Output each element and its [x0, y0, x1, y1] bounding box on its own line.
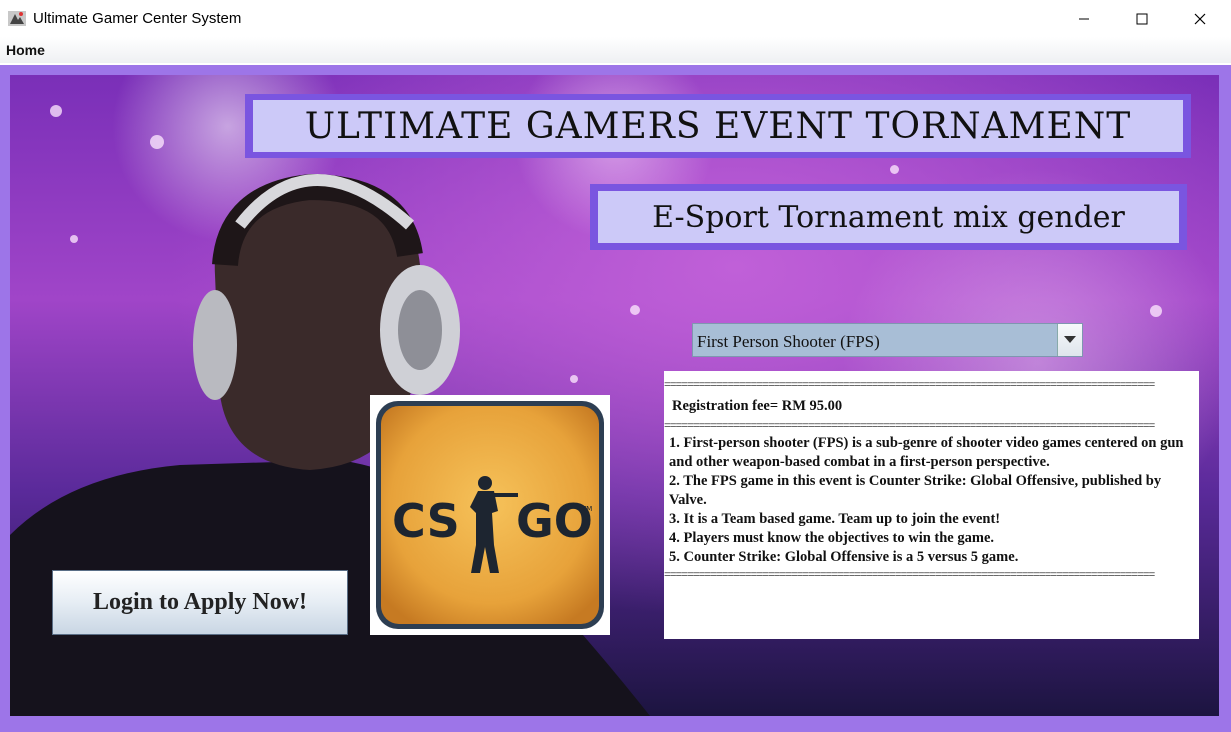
maximize-button[interactable] [1113, 0, 1171, 37]
chevron-down-icon [1064, 336, 1076, 343]
minimize-button[interactable] [1055, 0, 1113, 37]
menu-bar: Home [0, 37, 1231, 63]
dropdown-arrow-button[interactable] [1057, 324, 1082, 356]
close-button[interactable] [1171, 0, 1229, 37]
close-icon [1194, 13, 1206, 24]
event-title: ULTIMATE GAMERS EVENT TORNAMENT [304, 105, 1132, 147]
registration-fee: Registration fee= RM 95.00 [672, 398, 843, 414]
info-line: 5. Counter Strike: Global Offensive is a… [669, 549, 1019, 565]
event-subtitle: E-Sport Tornament mix gender [652, 199, 1125, 235]
separator-line: ========================================… [664, 420, 1155, 430]
minimize-icon [1079, 18, 1089, 19]
maximize-icon [1136, 13, 1148, 24]
login-to-apply-label: Login to Apply Now! [92, 589, 308, 615]
window-titlebar: Ultimate Gamer Center System [0, 0, 1231, 37]
menu-item-home[interactable]: Home [6, 42, 45, 58]
info-line: 2. The FPS game in this event is Counter… [669, 473, 1162, 508]
window-title: Ultimate Gamer Center System [33, 10, 242, 27]
game-info-textarea[interactable]: ========================================… [664, 371, 1199, 639]
game-type-dropdown[interactable]: First Person Shooter (FPS) [692, 323, 1083, 357]
event-title-banner: ULTIMATE GAMERS EVENT TORNAMENT [245, 94, 1191, 158]
csgo-logo-card: CS GO TM [370, 395, 610, 635]
login-to-apply-button[interactable]: Login to Apply Now! [52, 570, 348, 635]
separator-line: ========================================… [664, 569, 1155, 579]
app-icon [8, 9, 26, 27]
csgo-logo-text-right: GO [516, 494, 593, 548]
event-subtitle-banner: E-Sport Tornament mix gender [590, 184, 1187, 250]
csgo-logo: CS GO TM [376, 401, 604, 629]
game-type-selected-value: First Person Shooter (FPS) [697, 332, 880, 351]
info-line: 3. It is a Team based game. Team up to j… [669, 511, 1001, 527]
csgo-logo-trademark: TM [581, 505, 592, 513]
info-line: 1. First-person shooter (FPS) is a sub-g… [669, 435, 1184, 470]
csgo-logo-text-left: CS [392, 494, 460, 548]
info-line: 4. Players must know the objectives to w… [669, 530, 995, 546]
separator-line: ========================================… [664, 379, 1155, 389]
